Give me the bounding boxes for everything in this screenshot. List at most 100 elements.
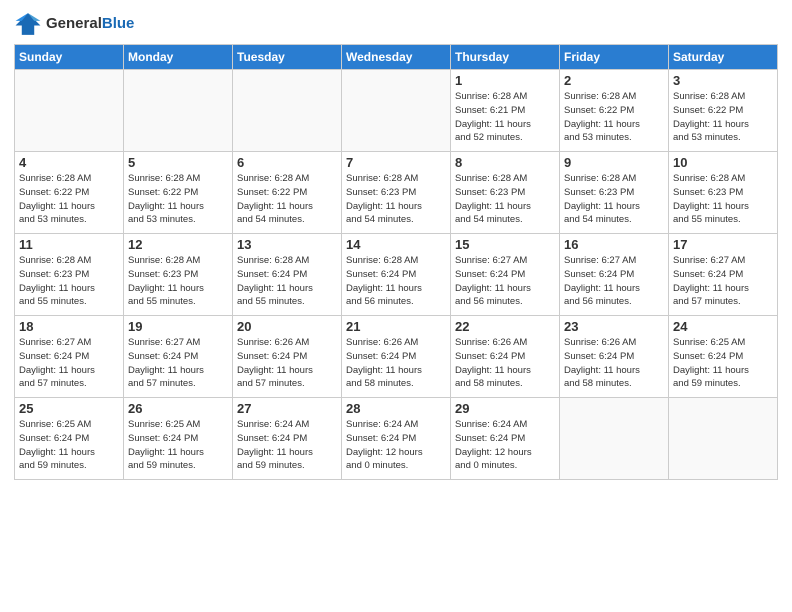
calendar-day-28: 28 Sunrise: 6:24 AMSunset: 6:24 PMDayligh…	[342, 398, 451, 480]
calendar-empty-cell	[15, 70, 124, 152]
day-number: 13	[237, 237, 337, 252]
day-info: Sunrise: 6:28 AMSunset: 6:22 PMDaylight:…	[673, 90, 773, 145]
day-info: Sunrise: 6:25 AMSunset: 6:24 PMDaylight:…	[19, 418, 119, 473]
calendar-day-26: 26 Sunrise: 6:25 AMSunset: 6:24 PMDayligh…	[124, 398, 233, 480]
day-info: Sunrise: 6:27 AMSunset: 6:24 PMDaylight:…	[564, 254, 664, 309]
calendar-empty-cell	[669, 398, 778, 480]
day-info: Sunrise: 6:27 AMSunset: 6:24 PMDaylight:…	[673, 254, 773, 309]
day-info: Sunrise: 6:26 AMSunset: 6:24 PMDaylight:…	[455, 336, 555, 391]
day-info: Sunrise: 6:24 AMSunset: 6:24 PMDaylight:…	[346, 418, 446, 473]
calendar-day-17: 17 Sunrise: 6:27 AMSunset: 6:24 PMDayligh…	[669, 234, 778, 316]
calendar-empty-cell	[233, 70, 342, 152]
calendar-day-27: 27 Sunrise: 6:24 AMSunset: 6:24 PMDayligh…	[233, 398, 342, 480]
calendar-day-10: 10 Sunrise: 6:28 AMSunset: 6:23 PMDayligh…	[669, 152, 778, 234]
calendar-day-18: 18Sunrise: 6:27 AMSunset: 6:24 PMDayligh…	[15, 316, 124, 398]
logo-text: GeneralBlue	[46, 15, 134, 33]
day-number: 11	[19, 237, 119, 252]
calendar-day-7: 7 Sunrise: 6:28 AMSunset: 6:23 PMDaylight…	[342, 152, 451, 234]
day-number: 24	[673, 319, 773, 334]
weekday-header-monday: Monday	[124, 45, 233, 70]
calendar-day-9: 9 Sunrise: 6:28 AMSunset: 6:23 PMDaylight…	[560, 152, 669, 234]
day-number: 12	[128, 237, 228, 252]
day-info: Sunrise: 6:24 AMSunset: 6:24 PMDaylight:…	[237, 418, 337, 473]
calendar-empty-cell	[560, 398, 669, 480]
day-number: 22	[455, 319, 555, 334]
day-number: 29	[455, 401, 555, 416]
day-number: 7	[346, 155, 446, 170]
day-number: 20	[237, 319, 337, 334]
day-number: 4	[19, 155, 119, 170]
day-info: Sunrise: 6:27 AMSunset: 6:24 PMDaylight:…	[128, 336, 228, 391]
day-info: Sunrise: 6:28 AMSunset: 6:23 PMDaylight:…	[128, 254, 228, 309]
day-info: Sunrise: 6:28 AMSunset: 6:22 PMDaylight:…	[128, 172, 228, 227]
day-info: Sunrise: 6:28 AMSunset: 6:24 PMDaylight:…	[346, 254, 446, 309]
calendar-day-22: 22 Sunrise: 6:26 AMSunset: 6:24 PMDayligh…	[451, 316, 560, 398]
page-header: GeneralBlue	[14, 10, 778, 38]
day-info: Sunrise: 6:26 AMSunset: 6:24 PMDaylight:…	[564, 336, 664, 391]
calendar-header-row: SundayMondayTuesdayWednesdayThursdayFrid…	[15, 45, 778, 70]
calendar-day-23: 23 Sunrise: 6:26 AMSunset: 6:24 PMDayligh…	[560, 316, 669, 398]
calendar-day-6: 6 Sunrise: 6:28 AMSunset: 6:22 PMDaylight…	[233, 152, 342, 234]
day-number: 10	[673, 155, 773, 170]
day-number: 21	[346, 319, 446, 334]
day-info: Sunrise: 6:26 AMSunset: 6:24 PMDaylight:…	[237, 336, 337, 391]
day-info: Sunrise: 6:28 AMSunset: 6:23 PMDaylight:…	[19, 254, 119, 309]
day-number: 19	[128, 319, 228, 334]
day-number: 17	[673, 237, 773, 252]
calendar-week-row: 1 Sunrise: 6:28 AMSunset: 6:21 PMDaylight…	[15, 70, 778, 152]
day-number: 14	[346, 237, 446, 252]
day-info: Sunrise: 6:28 AMSunset: 6:22 PMDaylight:…	[19, 172, 119, 227]
day-info: Sunrise: 6:28 AMSunset: 6:21 PMDaylight:…	[455, 90, 555, 145]
day-info: Sunrise: 6:25 AMSunset: 6:24 PMDaylight:…	[128, 418, 228, 473]
calendar-day-5: 5 Sunrise: 6:28 AMSunset: 6:22 PMDaylight…	[124, 152, 233, 234]
calendar-day-12: 12 Sunrise: 6:28 AMSunset: 6:23 PMDayligh…	[124, 234, 233, 316]
logo-icon	[14, 10, 42, 38]
calendar-week-row: 25 Sunrise: 6:25 AMSunset: 6:24 PMDayligh…	[15, 398, 778, 480]
calendar-day-24: 24Sunrise: 6:25 AMSunset: 6:24 PMDayligh…	[669, 316, 778, 398]
day-number: 18	[19, 319, 119, 334]
day-number: 5	[128, 155, 228, 170]
calendar-empty-cell	[124, 70, 233, 152]
calendar-day-8: 8Sunrise: 6:28 AMSunset: 6:23 PMDaylight…	[451, 152, 560, 234]
calendar-empty-cell	[342, 70, 451, 152]
day-number: 25	[19, 401, 119, 416]
day-number: 6	[237, 155, 337, 170]
calendar-day-19: 19 Sunrise: 6:27 AMSunset: 6:24 PMDayligh…	[124, 316, 233, 398]
calendar-day-20: 20 Sunrise: 6:26 AMSunset: 6:24 PMDayligh…	[233, 316, 342, 398]
day-number: 15	[455, 237, 555, 252]
weekday-header-wednesday: Wednesday	[342, 45, 451, 70]
day-number: 26	[128, 401, 228, 416]
calendar-day-16: 16 Sunrise: 6:27 AMSunset: 6:24 PMDayligh…	[560, 234, 669, 316]
day-number: 3	[673, 73, 773, 88]
calendar-day-11: 11 Sunrise: 6:28 AMSunset: 6:23 PMDayligh…	[15, 234, 124, 316]
day-info: Sunrise: 6:28 AMSunset: 6:23 PMDaylight:…	[346, 172, 446, 227]
calendar-day-4: 4 Sunrise: 6:28 AMSunset: 6:22 PMDaylight…	[15, 152, 124, 234]
day-number: 9	[564, 155, 664, 170]
calendar-day-15: 15 Sunrise: 6:27 AMSunset: 6:24 PMDayligh…	[451, 234, 560, 316]
day-number: 27	[237, 401, 337, 416]
calendar-day-25: 25 Sunrise: 6:25 AMSunset: 6:24 PMDayligh…	[15, 398, 124, 480]
day-number: 1	[455, 73, 555, 88]
day-info: Sunrise: 6:24 AMSunset: 6:24 PMDaylight:…	[455, 418, 555, 473]
day-info: Sunrise: 6:27 AMSunset: 6:24 PMDaylight:…	[455, 254, 555, 309]
day-number: 28	[346, 401, 446, 416]
day-info: Sunrise: 6:28 AMSunset: 6:22 PMDaylight:…	[237, 172, 337, 227]
day-number: 2	[564, 73, 664, 88]
calendar-week-row: 11 Sunrise: 6:28 AMSunset: 6:23 PMDayligh…	[15, 234, 778, 316]
day-info: Sunrise: 6:28 AMSunset: 6:23 PMDaylight:…	[564, 172, 664, 227]
day-number: 8	[455, 155, 555, 170]
day-number: 23	[564, 319, 664, 334]
calendar-day-14: 14 Sunrise: 6:28 AMSunset: 6:24 PMDayligh…	[342, 234, 451, 316]
day-info: Sunrise: 6:28 AMSunset: 6:23 PMDaylight:…	[673, 172, 773, 227]
weekday-header-saturday: Saturday	[669, 45, 778, 70]
calendar-table: SundayMondayTuesdayWednesdayThursdayFrid…	[14, 44, 778, 480]
calendar-day-3: 3 Sunrise: 6:28 AMSunset: 6:22 PMDaylight…	[669, 70, 778, 152]
weekday-header-tuesday: Tuesday	[233, 45, 342, 70]
calendar-week-row: 4 Sunrise: 6:28 AMSunset: 6:22 PMDaylight…	[15, 152, 778, 234]
calendar-day-29: 29 Sunrise: 6:24 AMSunset: 6:24 PMDayligh…	[451, 398, 560, 480]
calendar-day-2: 2Sunrise: 6:28 AMSunset: 6:22 PMDaylight…	[560, 70, 669, 152]
day-number: 16	[564, 237, 664, 252]
calendar-day-21: 21 Sunrise: 6:26 AMSunset: 6:24 PMDayligh…	[342, 316, 451, 398]
day-info: Sunrise: 6:28 AMSunset: 6:24 PMDaylight:…	[237, 254, 337, 309]
day-info: Sunrise: 6:26 AMSunset: 6:24 PMDaylight:…	[346, 336, 446, 391]
